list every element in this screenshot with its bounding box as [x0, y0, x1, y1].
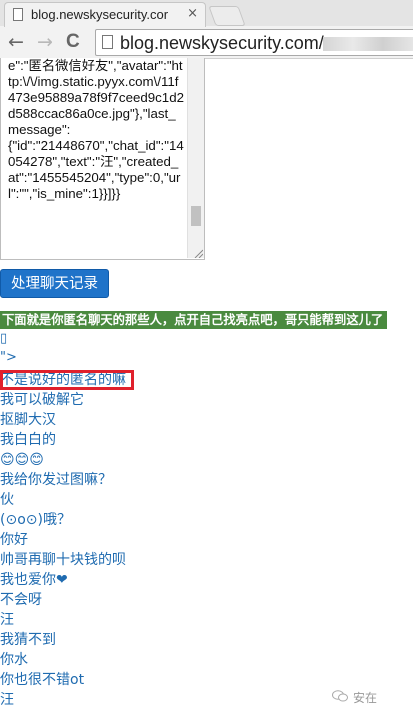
list-item[interactable]: 你好	[0, 530, 126, 550]
process-chat-button[interactable]: 处理聊天记录	[0, 269, 109, 298]
list-item[interactable]: 帅哥再聊十块钱的呗	[0, 550, 126, 570]
tab-strip: blog.newskysecurity.cor ×	[0, 0, 413, 27]
tab-title: blog.newskysecurity.cor	[31, 7, 169, 22]
forward-icon[interactable]: →	[37, 32, 53, 52]
new-tab-button[interactable]	[208, 6, 246, 26]
list-item[interactable]: 汪	[0, 610, 126, 630]
browser-tab[interactable]: blog.newskysecurity.cor ×	[4, 2, 206, 27]
watermark: 安在	[353, 691, 378, 705]
list-item[interactable]: 😊😊😊	[0, 450, 126, 470]
close-tab-icon[interactable]: ×	[187, 6, 198, 21]
list-item[interactable]: 我也爱你❤	[0, 570, 126, 590]
back-icon[interactable]: ←	[8, 32, 24, 52]
list-item[interactable]: (⊙o⊙)哦？	[0, 510, 126, 530]
stray-markup-line: ">	[0, 350, 17, 365]
list-item[interactable]: 你也很不错ot	[0, 670, 126, 690]
redacted-url-part	[323, 37, 413, 51]
reload-icon[interactable]: C	[66, 32, 80, 52]
list-item[interactable]: 伙	[0, 490, 126, 510]
message-list: 不是说好的匿名的嘛 我可以破解它 抠脚大汉 我白白的 😊😊😊 我给你发过图嘛？ …	[0, 370, 126, 710]
chat-json-textarea[interactable]: e":"匿名微信好友","avatar":"http:\/\/img.stati…	[0, 58, 205, 260]
list-item[interactable]: 我可以破解它	[0, 390, 126, 410]
list-item[interactable]: 你水	[0, 650, 126, 670]
page-icon	[13, 8, 23, 21]
textarea-scrollbar[interactable]	[187, 58, 204, 258]
wechat-icon	[332, 690, 348, 702]
broken-glyph-line: ▯	[0, 331, 8, 346]
list-item[interactable]: 我猜不到	[0, 630, 126, 650]
browser-toolbar: blog.newskysecurity.cor × ← → C blog.new…	[0, 0, 413, 59]
scrollbar-thumb[interactable]	[191, 206, 201, 226]
info-banner: 下面就是你匿名聊天的那些人，点开自己找亮点吧，哥只能帮到这儿了	[0, 311, 387, 329]
list-item[interactable]: 不会呀	[0, 590, 126, 610]
list-item[interactable]: 我白白的	[0, 430, 126, 450]
list-item[interactable]: 汪	[0, 690, 126, 710]
url-text: blog.newskysecurity.com/	[120, 33, 324, 53]
resize-grip-icon[interactable]	[193, 248, 203, 258]
page-icon	[102, 35, 113, 49]
list-item[interactable]: 抠脚大汉	[0, 410, 126, 430]
highlight-annotation	[0, 370, 134, 390]
address-bar[interactable]: blog.newskysecurity.com/	[95, 29, 413, 56]
list-item[interactable]: 我给你发过图嘛？	[0, 470, 126, 490]
textarea-content: e":"匿名微信好友","avatar":"http:\/\/img.stati…	[8, 58, 184, 201]
